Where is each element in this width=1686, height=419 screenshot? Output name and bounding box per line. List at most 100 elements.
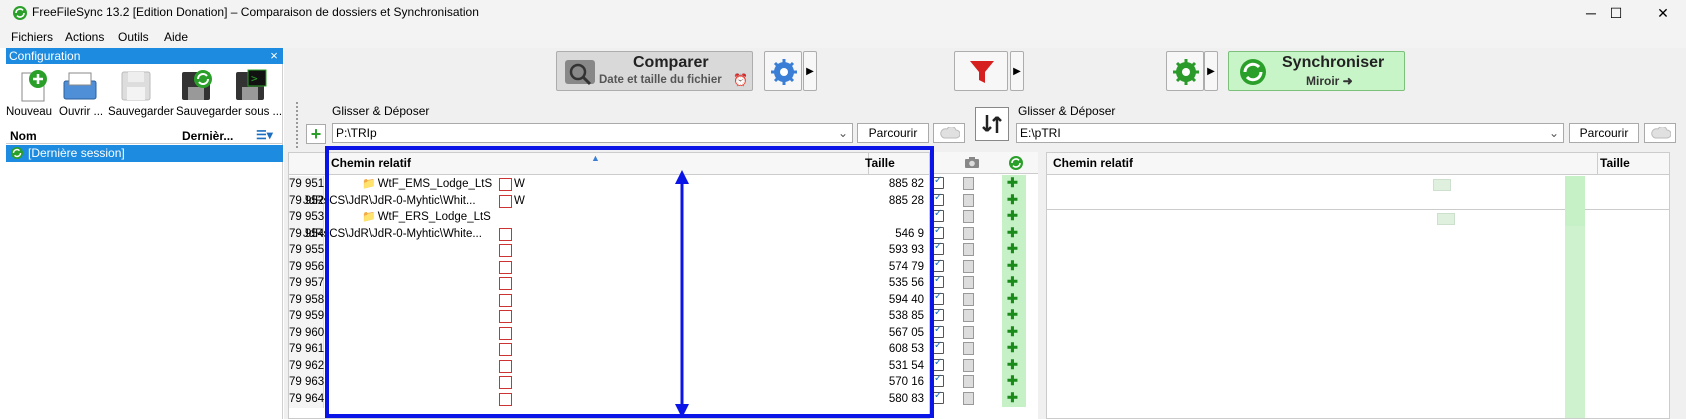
action-row: ✓ ✚ [930, 290, 1038, 308]
sync-direction-cell[interactable]: ✚ [1002, 274, 1026, 291]
menu-actions[interactable]: Actions [65, 30, 104, 44]
right-path-value: E:\pTRI [1020, 126, 1061, 140]
compare-label: Comparer [633, 54, 709, 71]
add-folder-pair-button[interactable]: + [306, 124, 326, 144]
left-browse-button[interactable]: Parcourir [857, 123, 929, 143]
compare-sub-label: Date et taille du fichier [599, 74, 722, 86]
menu-fichiers[interactable]: Fichiers [11, 30, 53, 44]
create-right-icon: ✚ [1007, 208, 1018, 223]
filter-dropdown-button[interactable]: ▶ [1010, 51, 1024, 91]
sync-dropdown-button[interactable]: ▶ [1204, 51, 1218, 91]
sync-direction-cell[interactable]: ✚ [1002, 241, 1026, 258]
save-config-icon[interactable] [116, 67, 156, 105]
column-options-icon[interactable]: ☰▾ [256, 128, 273, 142]
action-row: ✓ ✚ [930, 241, 1038, 258]
sync-action-icon[interactable] [1008, 155, 1024, 171]
row-number: 79 953 [289, 209, 324, 226]
right-empty-marker-bar-lower [1565, 226, 1585, 418]
synchronize-button[interactable]: Synchroniser Miroir ➜ [1228, 51, 1405, 91]
right-col-size[interactable]: Taille [1600, 153, 1630, 174]
right-empty-marker-bar [1565, 176, 1585, 226]
gear-blue-icon [771, 59, 797, 85]
sync-direction-cell[interactable]: ✚ [1002, 208, 1026, 225]
cloud-icon [1651, 127, 1671, 139]
config-list-header: Nom Dernièr... ☰▾ [6, 128, 283, 144]
row-number: 79 951 [289, 176, 324, 193]
window-title: FreeFileSync 13.2 [Edition Donation] – C… [32, 5, 479, 19]
compare-button[interactable]: Comparer Date et taille du fichier ⏰ [556, 51, 753, 91]
file-category-icon [963, 325, 974, 339]
sync-direction-cell[interactable]: ✚ [1002, 389, 1026, 407]
menu-aide[interactable]: Aide [164, 30, 188, 44]
swap-icon [982, 115, 1002, 133]
sync-direction-cell[interactable]: ✚ [1002, 323, 1026, 341]
action-row: ✓ ✚ [930, 257, 1038, 275]
sync-direction-cell[interactable]: ✚ [1002, 191, 1026, 209]
sync-direction-cell[interactable]: ✚ [1002, 290, 1026, 308]
file-category-icon [963, 276, 974, 289]
cloud-icon [940, 127, 960, 139]
save-config-as-icon[interactable] [176, 67, 216, 105]
highlight-rectangle [325, 146, 934, 418]
gear-green-icon [1173, 59, 1199, 85]
row-number: 79 955 [289, 242, 324, 259]
create-right-icon: ✚ [1007, 307, 1018, 322]
create-right-icon: ✚ [1007, 224, 1018, 240]
left-cloud-button[interactable] [933, 123, 965, 143]
sync-direction-cell[interactable]: ✚ [1002, 356, 1026, 374]
sync-direction-cell[interactable]: ✚ [1002, 307, 1026, 324]
left-path-value: P:\TRIp [336, 126, 377, 140]
right-cloud-button[interactable] [1644, 123, 1676, 143]
action-row: ✓ ✚ [930, 224, 1038, 242]
sync-direction-cell[interactable]: ✚ [1002, 224, 1026, 242]
middle-action-grid[interactable]: ✓ ✚ ✓ ✚ ✓ ✚ ✓ ✚ ✓ ✚ ✓ ✚ ✓ ✚ ✓ ✚ ✓ ✚ ✓ ✚ ✓ ✚ ✓ ✚ ✓ ✚ ✓ ✚ [930, 152, 1038, 419]
config-item-last-session[interactable]: [Dernière session] [6, 145, 283, 162]
swap-sides-button[interactable] [975, 107, 1009, 141]
right-grid-header: Chemin relatif Taille [1047, 153, 1669, 175]
column-divider [1597, 153, 1598, 175]
open-config-icon[interactable] [60, 67, 100, 105]
sync-direction-cell[interactable]: ✚ [1002, 373, 1026, 390]
right-col-relative-path[interactable]: Chemin relatif [1053, 153, 1133, 174]
file-category-icon [963, 193, 974, 207]
sync-settings-button[interactable] [1166, 51, 1204, 91]
file-category-icon [963, 375, 974, 388]
compare-dropdown-button[interactable]: ▶ [803, 51, 817, 91]
menu-outils[interactable]: Outils [118, 30, 149, 44]
new-config-icon[interactable] [14, 67, 54, 105]
create-right-icon: ✚ [1007, 290, 1018, 306]
menu-bar [0, 26, 1686, 48]
file-category-icon [963, 177, 974, 190]
row-number: 79 959 [289, 308, 324, 325]
drag-handle[interactable] [296, 102, 300, 148]
file-category-icon [963, 358, 974, 372]
right-drop-label: Glisser & Déposer [1018, 104, 1116, 118]
svg-text:>: > [251, 72, 258, 85]
file-category-icon [963, 309, 974, 322]
filter-button[interactable] [954, 51, 1008, 91]
right-file-grid[interactable]: Chemin relatif Taille [1046, 152, 1670, 419]
config-col-last[interactable]: Dernièr... [182, 129, 233, 143]
config-col-name[interactable]: Nom [10, 129, 37, 143]
row-number: 79 961 [289, 341, 324, 358]
sync-direction-cell[interactable]: ✚ [1002, 340, 1026, 357]
create-right-icon: ✚ [1007, 340, 1018, 355]
create-right-icon: ✚ [1007, 257, 1018, 273]
right-path-input[interactable]: E:\pTRI ⌄ [1016, 123, 1564, 143]
left-path-input[interactable]: P:\TRIp ⌄ [332, 123, 853, 143]
file-category-icon [963, 391, 974, 405]
create-right-icon: ✚ [1007, 274, 1018, 289]
camera-icon[interactable] [964, 156, 980, 169]
chevron-down-icon[interactable]: ⌄ [1549, 124, 1559, 142]
config-close-icon[interactable]: × [266, 48, 282, 64]
create-right-icon: ✚ [1007, 373, 1018, 388]
action-row: ✓ ✚ [930, 191, 1038, 209]
compare-settings-button[interactable] [764, 51, 802, 91]
chevron-down-icon[interactable]: ⌄ [838, 124, 848, 142]
save-batch-icon[interactable]: > [230, 67, 270, 105]
sync-direction-cell[interactable]: ✚ [1002, 257, 1026, 275]
sync-direction-cell[interactable]: ✚ [1002, 175, 1026, 192]
close-window-button[interactable]: ✕ [1640, 0, 1686, 26]
right-browse-button[interactable]: Parcourir [1569, 123, 1639, 143]
maximize-button[interactable]: ☐ [1593, 0, 1639, 26]
